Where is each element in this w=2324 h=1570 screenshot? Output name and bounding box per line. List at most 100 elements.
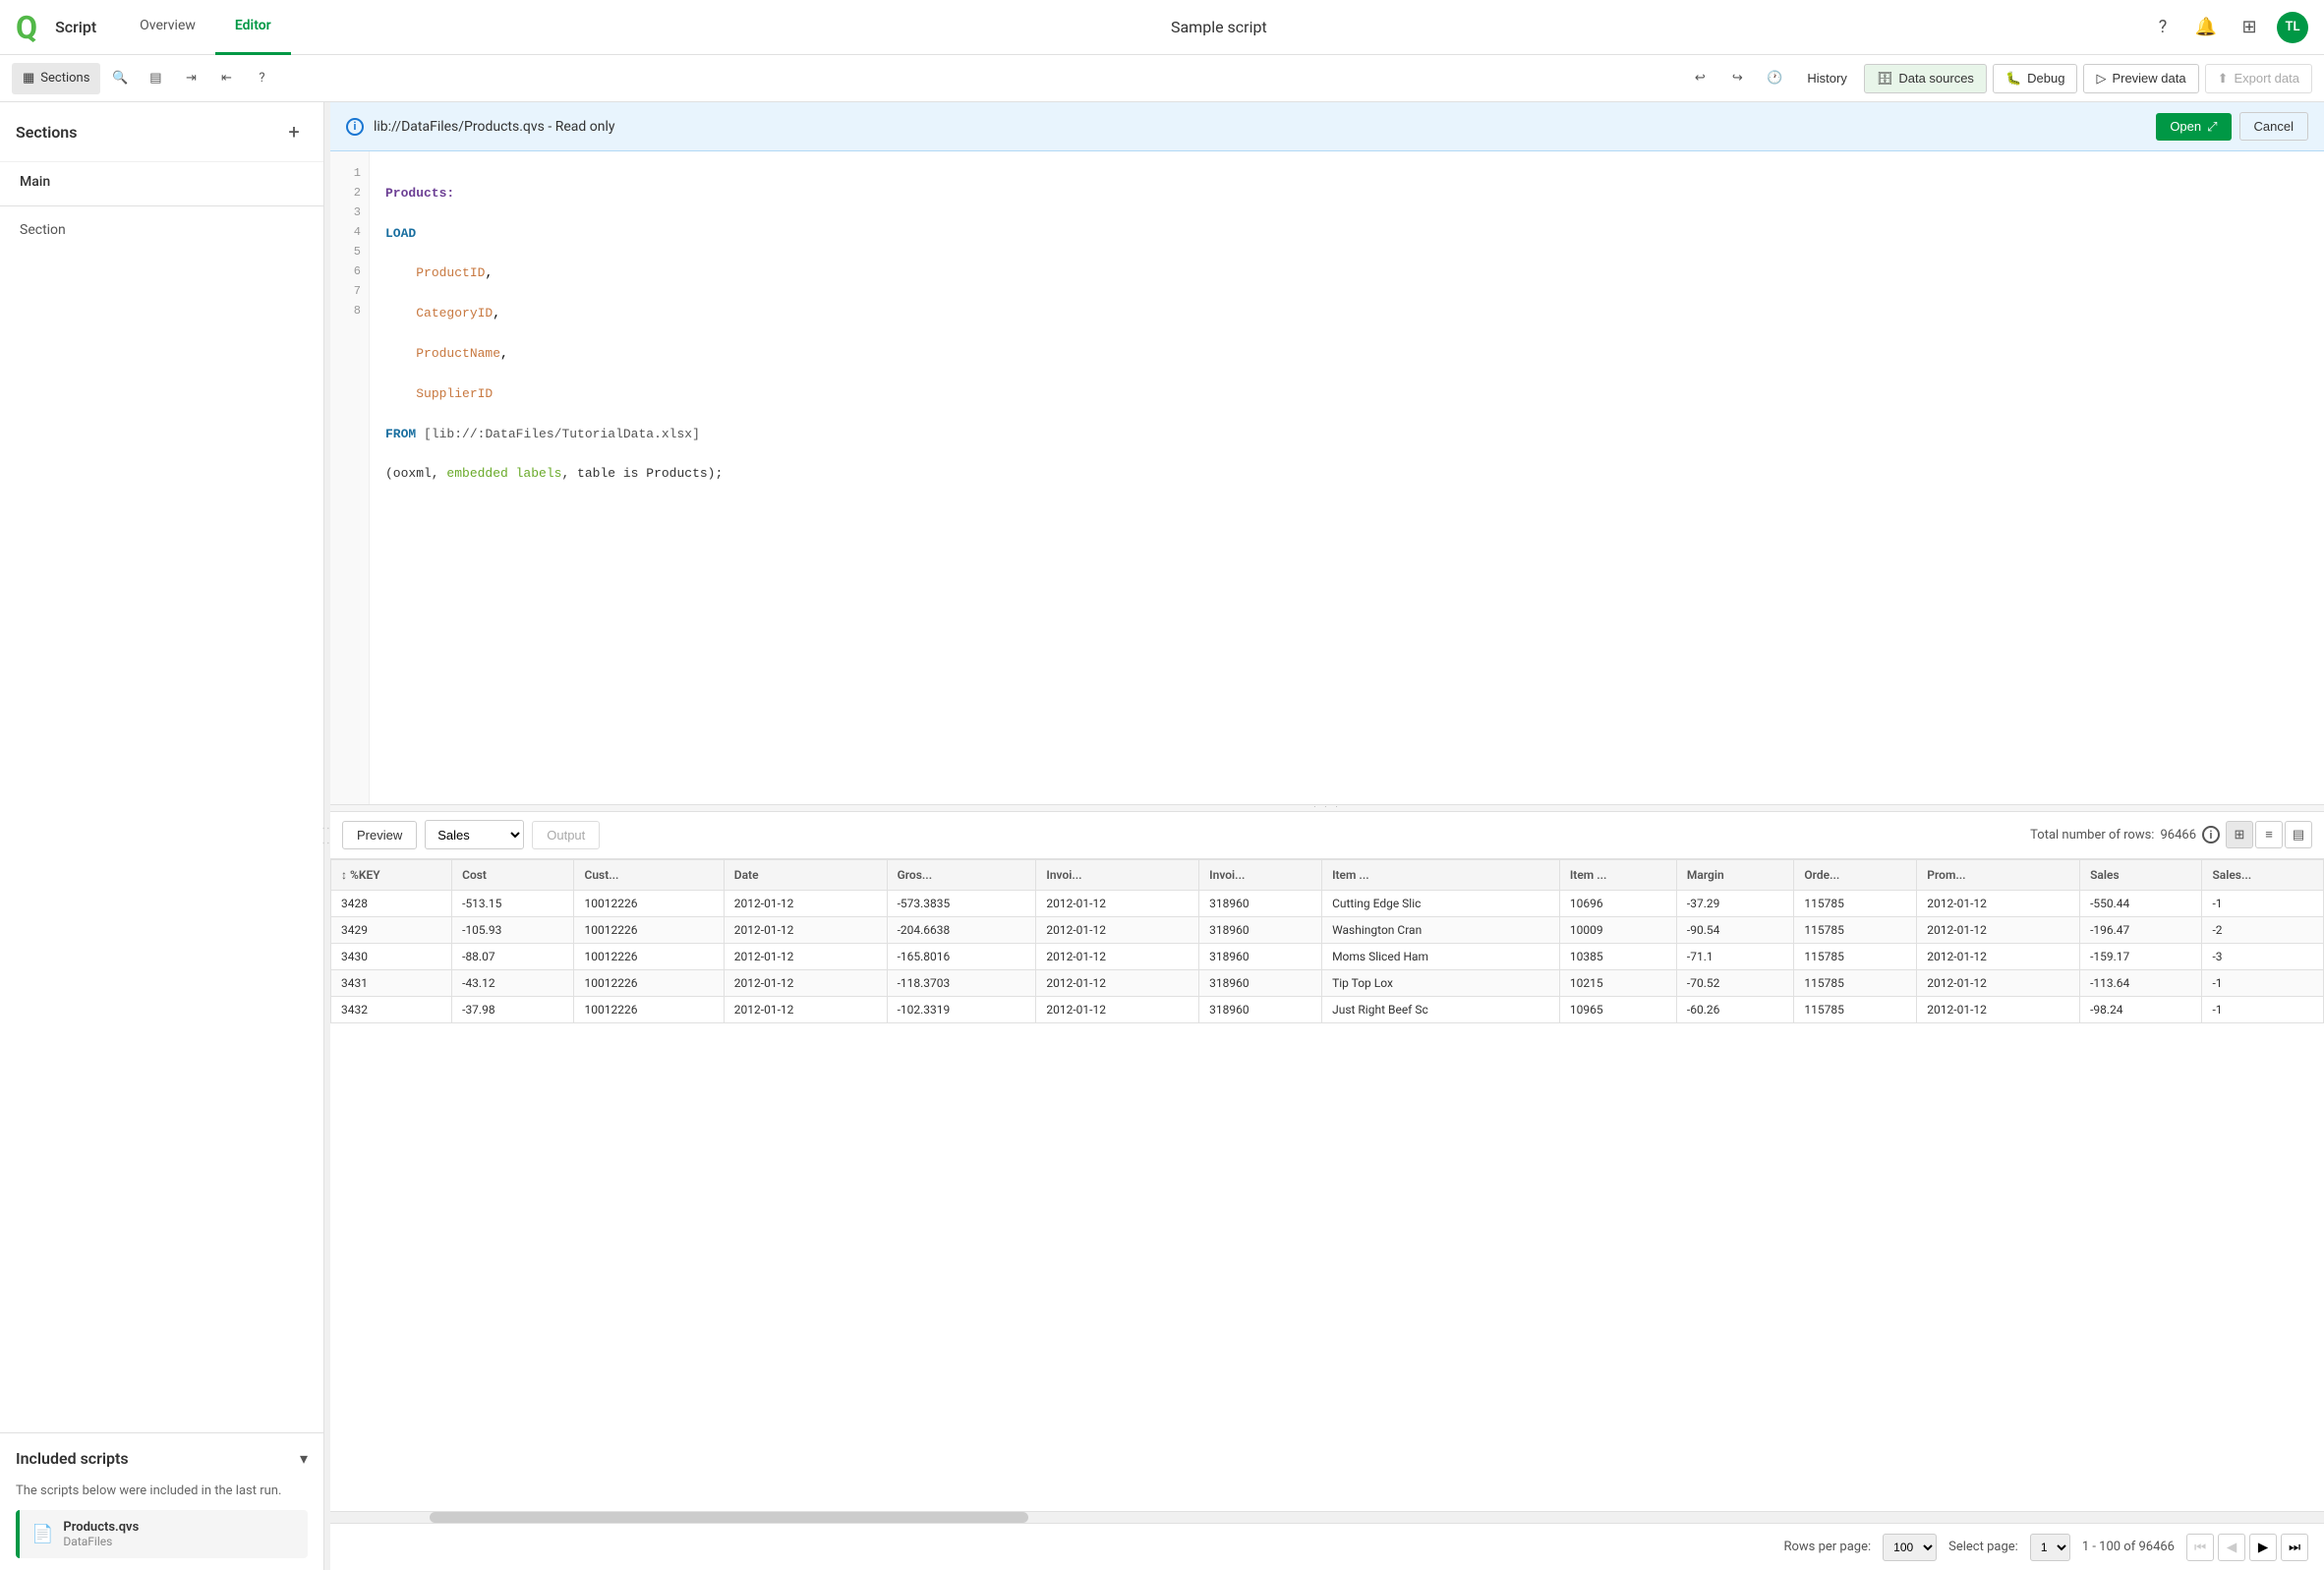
search-icon[interactable]: 🔍 [104, 63, 136, 94]
cell-invoi1: 2012-01-12 [1036, 890, 1199, 916]
cell-cost: -88.07 [452, 943, 574, 969]
help-icon[interactable]: ? [2147, 12, 2179, 43]
prev-page-button[interactable]: ◀ [2218, 1534, 2245, 1561]
vertical-resize-handle[interactable]: · · · [330, 804, 2324, 812]
horizontal-scrollbar[interactable] [330, 1511, 2324, 1523]
cell-prom: 2012-01-12 [1917, 969, 2080, 996]
cell-cust: 10012226 [574, 916, 724, 943]
cell-sales2: -1 [2202, 969, 2324, 996]
cell-gros: -118.3703 [887, 969, 1036, 996]
history-button[interactable]: History [1796, 63, 1857, 94]
redo-icon[interactable]: ↪ [1721, 63, 1753, 94]
col-header-sales[interactable]: Sales [2080, 859, 2202, 890]
script-file-item[interactable]: 📄 Products.qvs DataFiles [16, 1510, 308, 1558]
export-icon: ⬆ [2218, 71, 2229, 87]
preview-toolbar: Preview Sales Products Customers Output … [330, 812, 2324, 859]
code-editor[interactable]: 1 2 3 4 5 6 7 8 Products: LOAD ProductID… [330, 151, 2324, 804]
col-header-invoi2[interactable]: Invoi... [1199, 859, 1322, 890]
pagination: Rows per page: 100 50 25 Select page: 1 … [330, 1523, 2324, 1570]
cell-item1: Tip Top Lox [1322, 969, 1560, 996]
avatar[interactable]: TL [2277, 12, 2308, 43]
rows-info: Total number of rows: 96466 i ⊞ ≡ ▤ [2030, 821, 2312, 848]
preview-button[interactable]: Preview [342, 821, 417, 849]
cell-date: 2012-01-12 [724, 943, 887, 969]
cancel-button[interactable]: Cancel [2239, 112, 2308, 141]
included-scripts-body: The scripts below were included in the l… [0, 1483, 323, 1570]
sections-button[interactable]: ▦ Sections [12, 63, 100, 94]
tab-overview[interactable]: Overview [120, 0, 215, 55]
outdent-icon[interactable]: ⇤ [210, 63, 242, 94]
output-button[interactable]: Output [532, 821, 600, 849]
col-header-prom[interactable]: Prom... [1917, 859, 2080, 890]
export-data-button[interactable]: ⬆ Export data [2205, 64, 2312, 93]
code-content[interactable]: Products: LOAD ProductID, CategoryID, Pr… [370, 151, 2324, 804]
debug-button[interactable]: 🐛 Debug [1993, 64, 2078, 93]
col-header-cust[interactable]: Cust... [574, 859, 724, 890]
sidebar-item-main[interactable]: Main [0, 162, 323, 202]
compact-view-button[interactable]: ▤ [2285, 821, 2312, 848]
included-scripts-section: Included scripts ▾ The scripts below wer… [0, 1432, 323, 1570]
indent-icon[interactable]: ⇥ [175, 63, 206, 94]
table-select[interactable]: Sales Products Customers [425, 820, 524, 849]
toolbar-right: ↩ ↪ 🕐 History 🗄 Data sources 🐛 Debug ▷ P… [1684, 63, 2312, 94]
clock-icon[interactable]: 🕐 [1759, 63, 1790, 94]
preview-data-button[interactable]: ▷ Preview data [2083, 64, 2198, 93]
cell-key: 3428 [331, 890, 452, 916]
line-numbers: 1 2 3 4 5 6 7 8 [330, 151, 370, 804]
cell-sales: -550.44 [2080, 890, 2202, 916]
col-header-date[interactable]: Date [724, 859, 887, 890]
cell-invoi2: 318960 [1199, 969, 1322, 996]
read-only-text: lib://DataFiles/Products.qvs - Read only [374, 119, 2146, 135]
code-line-1: Products: [385, 184, 2308, 204]
line-num-3: 3 [338, 203, 361, 222]
table-row: 3428-513.15100122262012-01-12-573.383520… [331, 890, 2324, 916]
apps-icon[interactable]: ⊞ [2234, 12, 2265, 43]
cell-cust: 10012226 [574, 943, 724, 969]
first-page-button[interactable]: ⏮ [2186, 1534, 2214, 1561]
rows-per-page-select[interactable]: 100 50 25 [1883, 1534, 1937, 1561]
cell-cust: 10012226 [574, 890, 724, 916]
select-page-select[interactable]: 1 2 [2030, 1534, 2070, 1561]
cell-item2: 10385 [1559, 943, 1676, 969]
col-header-orde[interactable]: Orde... [1794, 859, 1917, 890]
tab-editor[interactable]: Editor [215, 0, 291, 55]
cell-cust: 10012226 [574, 969, 724, 996]
cell-date: 2012-01-12 [724, 916, 887, 943]
col-header-item2[interactable]: Item ... [1559, 859, 1676, 890]
comment-icon[interactable]: ▤ [140, 63, 171, 94]
read-only-actions: Open ⤢ Cancel [2156, 112, 2308, 141]
next-page-button[interactable]: ▶ [2249, 1534, 2277, 1561]
cell-cost: -43.12 [452, 969, 574, 996]
col-header-cost[interactable]: Cost [452, 859, 574, 890]
top-nav: Q Script Overview Editor Sample script ?… [0, 0, 2324, 55]
line-num-6: 6 [338, 262, 361, 281]
sidebar-item-section[interactable]: Section [0, 210, 323, 250]
grid-view-button[interactable]: ⊞ [2226, 821, 2253, 848]
col-header-item1[interactable]: Item ... [1322, 859, 1560, 890]
cell-gros: -204.6638 [887, 916, 1036, 943]
cell-invoi2: 318960 [1199, 996, 1322, 1022]
help-toolbar-icon[interactable]: ? [246, 63, 277, 94]
cell-cost: -37.98 [452, 996, 574, 1022]
col-header-margin[interactable]: Margin [1676, 859, 1794, 890]
toolbar: ▦ Sections 🔍 ▤ ⇥ ⇤ ? ↩ ↪ 🕐 History 🗄 Dat… [0, 55, 2324, 102]
cell-item1: Washington Cran [1322, 916, 1560, 943]
cell-prom: 2012-01-12 [1917, 916, 2080, 943]
undo-icon[interactable]: ↩ [1684, 63, 1715, 94]
list-view-button[interactable]: ≡ [2255, 821, 2283, 848]
scroll-thumb[interactable] [430, 1512, 1027, 1523]
code-line-5: ProductName, [385, 344, 2308, 364]
cell-item2: 10965 [1559, 996, 1676, 1022]
line-num-8: 8 [338, 301, 361, 320]
included-scripts-header[interactable]: Included scripts ▾ [0, 1433, 323, 1483]
data-sources-button[interactable]: 🗄 Data sources [1864, 64, 1987, 93]
cell-invoi1: 2012-01-12 [1036, 969, 1199, 996]
col-header-sort[interactable]: ↕ %KEY [331, 859, 452, 890]
col-header-sales2[interactable]: Sales... [2202, 859, 2324, 890]
col-header-gros[interactable]: Gros... [887, 859, 1036, 890]
last-page-button[interactable]: ⏭ [2281, 1534, 2308, 1561]
open-button[interactable]: Open ⤢ [2156, 113, 2231, 141]
col-header-invoi1[interactable]: Invoi... [1036, 859, 1199, 890]
add-section-button[interactable]: + [280, 118, 308, 145]
notifications-icon[interactable]: 🔔 [2190, 12, 2222, 43]
